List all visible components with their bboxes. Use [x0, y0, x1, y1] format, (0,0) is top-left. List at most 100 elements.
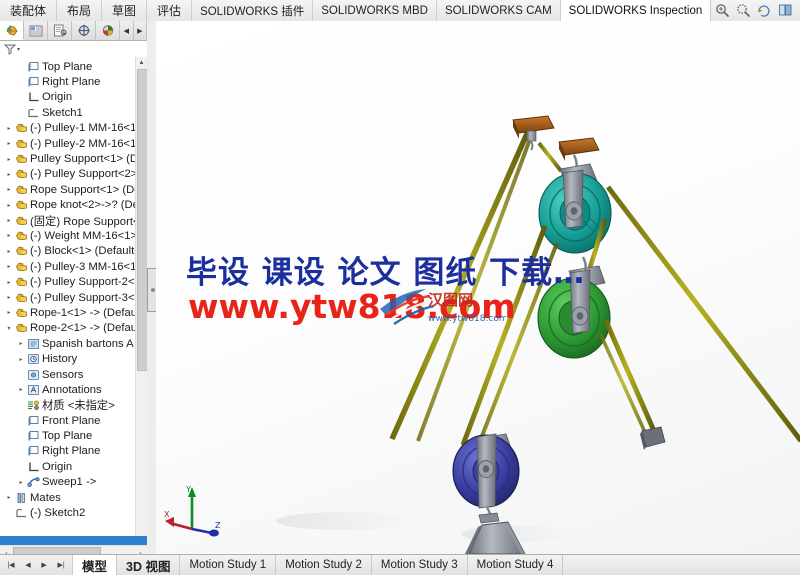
filter-icon	[4, 44, 16, 55]
property-manager-tab[interactable]	[24, 21, 49, 40]
chevron-right-icon[interactable]: ▸	[16, 386, 26, 393]
tree-item[interactable]: ▸ Annotations	[0, 382, 136, 397]
tree-item[interactable]: Origin	[0, 90, 136, 105]
tree-item[interactable]: ▸ (-) Pulley-3 MM-16<1	[0, 259, 136, 274]
bottom-tab-3[interactable]: Motion Study 1	[180, 555, 277, 575]
chevron-right-icon[interactable]: ▸	[4, 140, 14, 147]
plane-icon	[26, 414, 40, 427]
tree-item-label: Front Plane	[42, 414, 101, 427]
tree-item[interactable]: ▸ Rope knot<2>->? (De	[0, 198, 136, 213]
chevron-right-icon[interactable]: ▸	[4, 248, 14, 255]
chevron-right-icon[interactable]: ▸	[4, 232, 14, 239]
tree-scroll-thumb[interactable]	[137, 69, 147, 371]
chevron-right-icon[interactable]: ▸	[16, 479, 26, 486]
history-icon	[26, 353, 40, 366]
sweep-icon	[26, 476, 40, 489]
tree-item[interactable]: ▸ Spanish bartons A	[0, 336, 136, 351]
chevron-right-icon[interactable]: ▸	[4, 125, 14, 132]
next-page-icon[interactable]: ▶	[41, 561, 46, 569]
tree-scroll-up-icon[interactable]: ▲	[136, 57, 147, 68]
ribbon-tab-2[interactable]: 布局	[57, 0, 103, 21]
bottom-tab-4[interactable]: Motion Study 2	[276, 555, 372, 575]
tree-item-label: Mates	[30, 491, 61, 504]
tree-filter-bar[interactable]: ▾	[0, 41, 147, 58]
component-icon	[14, 199, 28, 212]
bottom-tab-5[interactable]: Motion Study 3	[371, 555, 468, 575]
tree-item[interactable]: 材质 <未指定>	[0, 398, 136, 413]
tree-item[interactable]: Top Plane	[0, 428, 136, 443]
tree-item[interactable]: ▸ Mates	[0, 490, 136, 505]
chevron-right-icon[interactable]: ▸	[4, 309, 14, 316]
rotate-view-icon[interactable]	[755, 1, 774, 20]
tree-item[interactable]: ▸ (-) Weight MM-16<1>	[0, 228, 136, 243]
zoom-to-fit-icon[interactable]	[713, 1, 732, 20]
previous-page-icon[interactable]: ◀	[25, 561, 30, 569]
tree-item[interactable]: ▸ Rope-1<1> -> (Defau	[0, 305, 136, 320]
chevron-right-icon[interactable]: ▸	[4, 279, 14, 286]
graphics-viewport[interactable]: 毕设 课设 论文 图纸 下载… www.ytw818.com 汉图网 www.y…	[156, 21, 800, 554]
chevron-right-icon[interactable]: ▸	[16, 356, 26, 363]
chevron-right-icon[interactable]: ▸	[4, 217, 14, 224]
tree-item[interactable]: Front Plane	[0, 413, 136, 428]
tree-item[interactable]: ▸ (-) Pulley-1 MM-16<1	[0, 121, 136, 136]
component-icon	[14, 137, 28, 150]
bottom-tab-1[interactable]: 模型	[73, 555, 118, 575]
tree-item[interactable]: ▸ (-) Block<1> (Default<	[0, 244, 136, 259]
fm-tab-next-icon[interactable]: ▶	[134, 21, 148, 40]
ribbon-tab-3[interactable]: 草图	[102, 0, 148, 21]
fm-tab-prev-icon[interactable]: ◀	[120, 21, 134, 40]
tree-item[interactable]: Right Plane	[0, 444, 136, 459]
tree-item[interactable]: Sensors	[0, 367, 136, 382]
pulley-assembly-model	[276, 115, 800, 554]
tree-item[interactable]: ▸ Sweep1 ->	[0, 475, 136, 490]
tree-item[interactable]: ▸ (-) Pulley Support<2>	[0, 167, 136, 182]
tree-item[interactable]: Right Plane	[0, 74, 136, 89]
ribbon-tab-6[interactable]: SOLIDWORKS MBD	[313, 0, 437, 21]
ribbon-tab-7[interactable]: SOLIDWORKS CAM	[436, 0, 561, 21]
chevron-right-icon[interactable]: ▸	[4, 494, 14, 501]
chevron-right-icon[interactable]: ▸	[4, 171, 14, 178]
ribbon-tab-4[interactable]: 评估	[147, 0, 193, 21]
bottom-tab-6[interactable]: Motion Study 4	[467, 555, 564, 575]
tree-item[interactable]: ▾ Rope-2<1> -> (Defau	[0, 321, 136, 336]
tree-vertical-scrollbar[interactable]: ▲ ▼	[135, 57, 147, 544]
chevron-down-icon[interactable]: ▾	[4, 325, 14, 332]
zoom-to-area-icon[interactable]	[734, 1, 753, 20]
last-page-icon[interactable]: ▶|	[57, 561, 64, 569]
bottom-tab-2[interactable]: 3D 视图	[117, 555, 181, 575]
first-page-icon[interactable]: |◀	[7, 561, 14, 569]
sketch-icon	[14, 507, 28, 520]
dimxpert-manager-tab[interactable]	[72, 21, 97, 40]
chevron-right-icon[interactable]: ▸	[16, 340, 26, 347]
tree-item[interactable]: Top Plane	[0, 59, 136, 74]
chevron-right-icon[interactable]: ▸	[4, 263, 14, 270]
ribbon-tab-8[interactable]: SOLIDWORKS Inspection	[560, 0, 712, 21]
tree-item[interactable]: ▸ (固定) Rope Support<	[0, 213, 136, 228]
tree-item[interactable]: (-) Sketch2	[0, 505, 136, 520]
tree-item[interactable]: Origin	[0, 459, 136, 474]
ribbon-tab-1[interactable]: 装配体	[0, 0, 58, 21]
tree-item[interactable]: ▸ History	[0, 351, 136, 366]
tree-item-label: Rope knot<2>->? (De	[30, 199, 136, 212]
chevron-right-icon[interactable]: ▸	[4, 294, 14, 301]
component-icon	[14, 183, 28, 196]
tree-item[interactable]: ▸ (-) Pulley Support-2<1	[0, 274, 136, 289]
tree-item-label: Origin	[42, 91, 73, 104]
bottom-tab-bar: |◀ ◀ ▶ ▶| 模型 3D 视图 Motion Study 1 Motion St…	[0, 554, 800, 575]
configuration-manager-tab[interactable]	[48, 21, 73, 40]
tree-item[interactable]: ▸ Pulley Support<1> (D	[0, 151, 136, 166]
chevron-right-icon[interactable]: ▸	[4, 202, 14, 209]
tree-item[interactable]: ▸ Rope Support<1> (De	[0, 182, 136, 197]
chevron-right-icon[interactable]: ▸	[4, 186, 14, 193]
tree-item[interactable]: ▸ (-) Pulley Support-3<1	[0, 290, 136, 305]
ribbon-tab-5[interactable]: SOLIDWORKS 插件	[192, 0, 314, 21]
chevron-right-icon[interactable]: ▸	[4, 156, 14, 163]
subassembly-icon	[26, 337, 40, 350]
display-manager-tab[interactable]	[96, 21, 121, 40]
filter-caret-icon[interactable]: ▾	[17, 46, 20, 53]
view-orientation-icon[interactable]	[776, 1, 795, 20]
tree-item[interactable]: ▸ (-) Pulley-2 MM-16<1	[0, 136, 136, 151]
feature-tree-tab[interactable]	[0, 21, 25, 40]
feature-tree: Top Plane Right Plane Origin Sketch1 ▸ (-) Pu…	[0, 57, 147, 560]
tree-item[interactable]: Sketch1	[0, 105, 136, 120]
